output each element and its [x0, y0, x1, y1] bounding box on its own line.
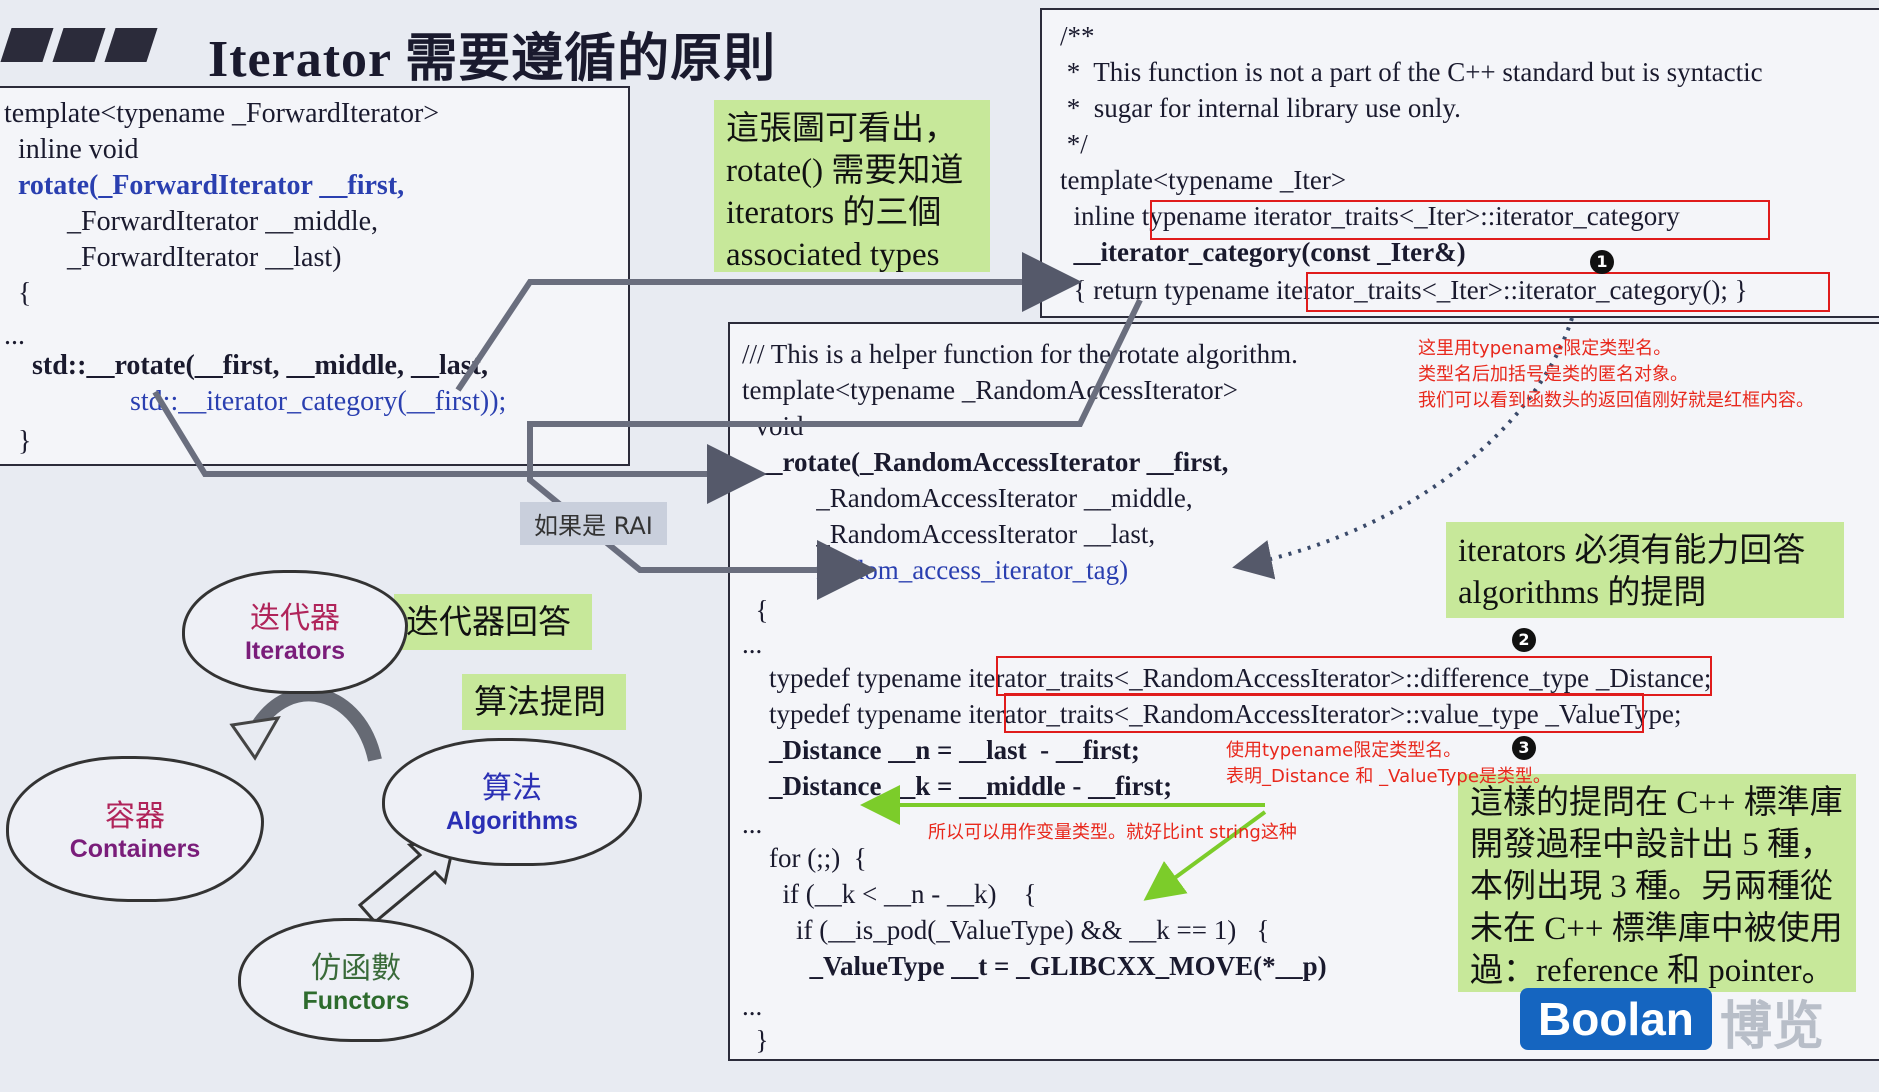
- cloud-iterators: 迭代器 Iterators: [182, 570, 408, 694]
- cloud-label-cn: 迭代器: [250, 601, 340, 636]
- cloud-functors: 仿函數 Functors: [238, 918, 474, 1042]
- annotation-1: 这里用typename限定类型名。 类型名后加括号是类的匿名对象。 我们可以看到…: [1418, 338, 1814, 411]
- cloud-label-en: Functors: [302, 987, 410, 1015]
- annotation-3: 所以可以用作变量类型。就好比int string这种: [928, 822, 1297, 843]
- cloud-label-en: Algorithms: [446, 807, 578, 835]
- note-green-bottom: 這樣的提問在 C++ 標準庫開發過程中設計出 5 種，本例出現 3 種。另兩種從…: [1458, 774, 1856, 992]
- rai-label: 如果是 RAI: [520, 502, 667, 545]
- label-iterator-answers: 迭代器回答: [394, 594, 592, 650]
- arrow-to-iterator-category: [455, 252, 1082, 392]
- cloud-label-cn: 算法: [482, 771, 542, 806]
- note-green-right: iterators 必須有能力回答 algorithms 的提問: [1446, 522, 1844, 618]
- boolan-logo-cn: 博览: [1720, 997, 1825, 1057]
- cloud-label-en: Containers: [69, 835, 201, 863]
- cloud-containers: 容器 Containers: [6, 756, 264, 902]
- annotation-2: 使用typename限定类型名。 表明_Distance 和 _ValueTyp…: [1226, 740, 1551, 787]
- note-green-top: 這張圖可看出，rotate() 需要知道 iterators 的三個 assoc…: [714, 100, 990, 273]
- boolan-logo: Boolan: [1520, 988, 1712, 1050]
- cloud-label-cn: 仿函數: [311, 951, 401, 986]
- cloud-label-cn: 容器: [105, 799, 165, 834]
- cloud-algorithms: 算法 Algorithms: [382, 738, 642, 866]
- label-algorithm-asks: 算法提問: [462, 674, 626, 730]
- arrow-to-rotate: [152, 390, 767, 504]
- cloud-label-en: Iterators: [244, 637, 346, 665]
- curved-arrow-head: [229, 716, 281, 761]
